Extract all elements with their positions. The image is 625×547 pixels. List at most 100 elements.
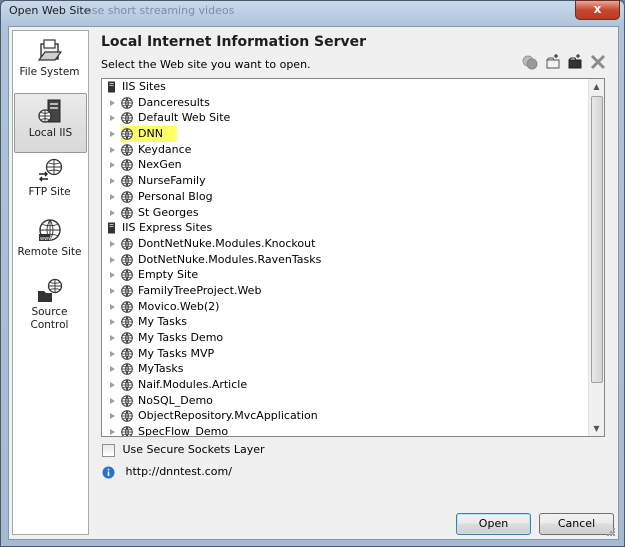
ssl-option[interactable]: Use Secure Sockets Layer (102, 443, 265, 457)
close-button[interactable]: x (575, 0, 620, 20)
expand-arrow-icon[interactable] (110, 350, 115, 357)
expand-arrow-icon[interactable] (110, 335, 115, 341)
tree-site-item[interactable]: DontNetNuke.Modules.Knockout (121, 237, 315, 250)
tree-site-row[interactable]: Personal Blog (102, 189, 588, 205)
tree-site-row[interactable]: ObjectRepository.MvcApplication (102, 408, 588, 424)
sidebar-item-source-control[interactable]: Source Control (14, 273, 85, 343)
tree-site-row[interactable]: Naif.Modules.Article (102, 377, 588, 393)
tree-site-row[interactable]: Keydance (102, 142, 588, 158)
expand-arrow-icon[interactable] (110, 413, 115, 420)
vertical-scrollbar[interactable]: ▲ ▼ (588, 79, 604, 436)
tree-site-row[interactable]: Movico.Web(2) (102, 299, 588, 315)
tree-site-item[interactable]: My Tasks Demo (121, 331, 223, 344)
tree-site-row[interactable]: Default Web Site (102, 110, 588, 126)
tree-site-item[interactable]: Movico.Web(2) (121, 300, 219, 313)
cancel-button[interactable]: Cancel (539, 513, 614, 535)
tree-group-row[interactable]: IIS Sites (102, 79, 588, 95)
tree-site-item[interactable]: Empty Site (121, 268, 198, 281)
tree-site-label: Naif.Modules.Article (138, 378, 248, 392)
tree-site-label: DontNetNuke.Modules.Knockout (138, 236, 316, 250)
tree-group-row[interactable]: IIS Express Sites (102, 220, 588, 236)
tree-site-item[interactable]: FamilyTreeProject.Web (121, 284, 261, 297)
tree-site-row[interactable]: DotNetNuke.Modules.RavenTasks (102, 252, 588, 268)
sidebar-item-local-iis[interactable]: Local IIS (14, 93, 87, 153)
expand-arrow-icon[interactable] (110, 256, 115, 263)
resize-grip-icon[interactable] (606, 527, 616, 537)
tree-site-item[interactable]: SpecFlow_Demo (121, 425, 228, 436)
tree-site-item[interactable]: DotNetNuke.Modules.RavenTasks (121, 253, 321, 266)
tree-site-label: St Georges (138, 205, 199, 219)
tree-site-row[interactable]: My Tasks MVP (102, 346, 588, 362)
tree-site-item[interactable]: Danceresults (121, 96, 210, 109)
globe-icon (121, 191, 133, 203)
new-virtual-dir-icon[interactable] (566, 53, 584, 71)
tree-site-label: NurseFamily (138, 174, 206, 188)
sidebar-item-ftp-site[interactable]: FTP Site (14, 153, 85, 211)
expand-arrow-icon[interactable] (110, 429, 115, 436)
tree-site-item[interactable]: St Georges (121, 206, 199, 219)
expand-arrow-icon[interactable] (110, 366, 115, 373)
tree-site-row[interactable]: NurseFamily (102, 173, 588, 189)
remote-globe-icon: www (38, 219, 61, 242)
site-tree[interactable]: IIS Sites Danceresults Default Web Site DNN… (101, 78, 605, 437)
tree-site-item[interactable]: My Tasks MVP (121, 347, 214, 360)
tree-site-row[interactable]: Empty Site (102, 267, 588, 283)
expand-arrow-icon[interactable] (110, 162, 115, 169)
globe-icon (121, 96, 133, 109)
expand-arrow-icon[interactable] (110, 131, 115, 138)
expand-arrow-icon[interactable] (110, 178, 115, 185)
tree-site-item[interactable]: ObjectRepository.MvcApplication (121, 409, 318, 422)
instruction-text: Select the Web site you want to open. (101, 58, 311, 71)
expand-arrow-icon[interactable] (110, 240, 115, 247)
tree-site-item[interactable]: Keydance (121, 143, 191, 156)
create-app-icon[interactable] (521, 53, 539, 71)
expand-arrow-icon[interactable] (110, 272, 115, 279)
expand-arrow-icon[interactable] (110, 99, 115, 106)
tree-site-row[interactable]: SpecFlow_Demo (102, 424, 588, 436)
ssl-checkbox[interactable] (102, 443, 115, 457)
expand-arrow-icon[interactable] (110, 303, 115, 310)
tree-site-row[interactable]: Danceresults (102, 95, 588, 111)
expand-arrow-icon[interactable] (110, 397, 115, 404)
sidebar-item-remote-site[interactable]: www Remote Site (14, 213, 85, 271)
tree-site-item[interactable]: Naif.Modules.Article (121, 378, 247, 391)
scrollbar-thumb[interactable] (591, 96, 603, 383)
source-control-icon (37, 278, 62, 302)
tree-site-row[interactable]: DontNetNuke.Modules.Knockout (102, 236, 588, 252)
tree-site-item[interactable]: NexGen (121, 158, 182, 171)
tree-site-row[interactable]: My Tasks Demo (102, 330, 588, 346)
tree-site-row[interactable]: St Georges (102, 205, 588, 221)
sidebar-item-file-system[interactable]: File System (14, 33, 85, 91)
tree-site-row[interactable]: DNN (102, 126, 588, 142)
tree-site-item[interactable]: NoSQL_Demo (121, 394, 213, 407)
open-button[interactable]: Open (456, 513, 531, 535)
tree-site-item[interactable]: Personal Blog (121, 190, 213, 203)
delete-icon[interactable] (589, 53, 607, 71)
tree-site-label: DotNetNuke.Modules.RavenTasks (138, 252, 322, 266)
sidebar-item-label: FTP Site (28, 186, 71, 198)
tree-site-item[interactable]: My Tasks (121, 315, 187, 328)
new-folder-icon[interactable] (544, 53, 562, 71)
scroll-down-arrow-icon[interactable]: ▼ (589, 421, 604, 436)
expand-arrow-icon[interactable] (110, 382, 115, 389)
expand-arrow-icon[interactable] (110, 146, 115, 153)
tree-site-row[interactable]: NoSQL_Demo (102, 393, 588, 409)
title-bar[interactable]: Open Web Site ose short streaming videos… (1, 0, 624, 23)
tree-site-item[interactable]: NurseFamily (121, 174, 206, 187)
tree-site-label: ObjectRepository.MvcApplication (138, 409, 318, 423)
tree-site-label: FamilyTreeProject.Web (138, 283, 262, 297)
tree-site-item[interactable]: MyTasks (121, 362, 183, 375)
expand-arrow-icon[interactable] (110, 115, 115, 122)
globe-icon (121, 238, 133, 250)
tree-site-row[interactable]: MyTasks (102, 361, 588, 377)
tree-site-item[interactable]: Default Web Site (121, 111, 230, 124)
tree-site-row[interactable]: FamilyTreeProject.Web (102, 283, 588, 299)
tree-site-item[interactable]: DNN (121, 126, 177, 142)
scroll-up-arrow-icon[interactable]: ▲ (589, 79, 604, 94)
expand-arrow-icon[interactable] (110, 319, 115, 326)
expand-arrow-icon[interactable] (110, 287, 115, 294)
tree-site-row[interactable]: My Tasks (102, 314, 588, 330)
expand-arrow-icon[interactable] (110, 209, 115, 216)
tree-site-row[interactable]: NexGen (102, 157, 588, 173)
expand-arrow-icon[interactable] (110, 193, 115, 200)
